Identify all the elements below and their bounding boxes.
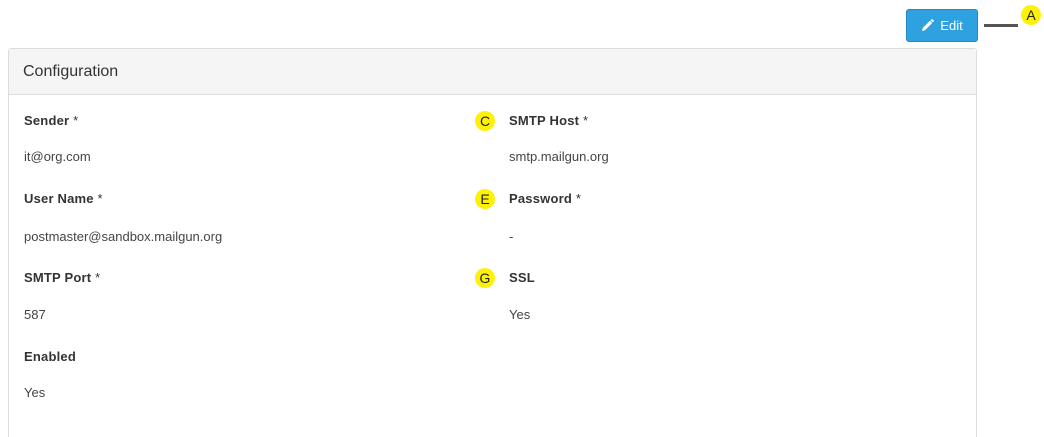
- ssl-value: Yes: [509, 307, 531, 322]
- enabled-value: Yes: [24, 385, 46, 400]
- configuration-panel: Configuration Sender * it@org.com User N…: [8, 48, 977, 437]
- smtp-host-label: SMTP Host *: [509, 113, 589, 128]
- marker-g: G: [475, 268, 495, 288]
- sender-value: it@org.com: [24, 149, 91, 164]
- edit-button[interactable]: Edit: [906, 9, 978, 42]
- user-name-label: User Name *: [24, 191, 103, 206]
- smtp-port-value: 587: [24, 307, 46, 322]
- password-value: -: [509, 229, 514, 244]
- smtp-port-label: SMTP Port *: [24, 270, 101, 285]
- sender-label: Sender *: [24, 113, 79, 128]
- marker-a: A: [1021, 5, 1041, 25]
- pencil-icon: [921, 19, 935, 32]
- edit-button-label: Edit: [940, 18, 963, 33]
- enabled-label: Enabled: [24, 349, 76, 364]
- ssl-label: SSL: [509, 270, 535, 285]
- marker-e: E: [475, 189, 495, 209]
- marker-c: C: [475, 111, 495, 131]
- callout-line: [984, 24, 1018, 27]
- smtp-host-value: smtp.mailgun.org: [509, 149, 609, 164]
- page: Edit A Configuration Sender * it@org.com…: [0, 0, 1044, 437]
- user-name-value: postmaster@sandbox.mailgun.org: [24, 229, 223, 244]
- panel-title: Configuration: [9, 49, 976, 95]
- password-label: Password *: [509, 191, 582, 206]
